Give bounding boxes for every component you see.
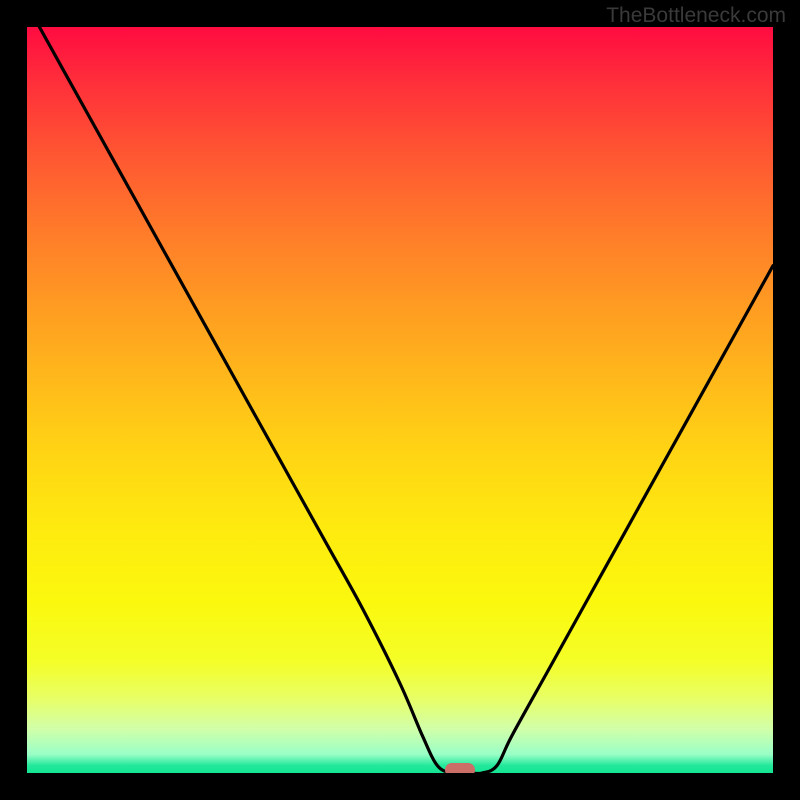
chart-plot-area <box>27 27 773 773</box>
bottleneck-curve <box>27 27 773 773</box>
watermark-text: TheBottleneck.com <box>606 4 786 28</box>
optimal-point-marker <box>445 763 475 773</box>
curve-path <box>27 27 773 773</box>
